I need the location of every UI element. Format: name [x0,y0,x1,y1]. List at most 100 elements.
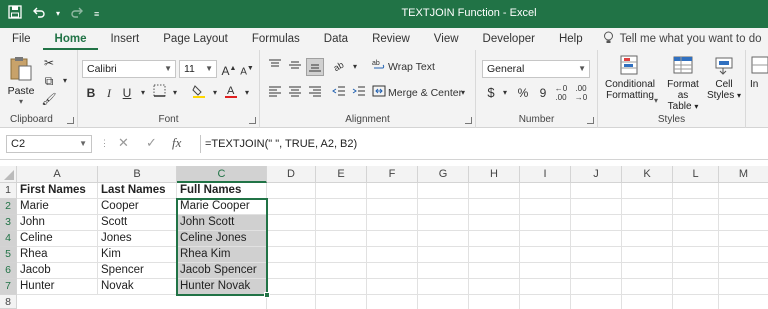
formula-input[interactable]: =TEXTJOIN(" ", TRUE, A2, B2) [200,135,768,153]
column-header-j[interactable]: J [571,166,622,183]
cell-c2[interactable]: Marie Cooper [177,199,267,215]
number-launcher-icon[interactable] [587,117,594,124]
column-header-e[interactable]: E [316,166,367,183]
column-header-m[interactable]: M [719,166,768,183]
row-header-7[interactable]: 7 [0,279,17,295]
cell-a3[interactable]: John [17,215,98,231]
tab-help[interactable]: Help [547,28,595,50]
row-header-2[interactable]: 2 [0,199,17,215]
column-header-d[interactable]: D [267,166,316,183]
tab-page-layout[interactable]: Page Layout [151,28,240,50]
column-header-c[interactable]: C [177,166,267,183]
tab-review[interactable]: Review [360,28,422,50]
cell-b5[interactable]: Kim [98,247,177,263]
number-format-dropdown[interactable]: General ▼ [482,60,590,78]
top-align-icon[interactable] [266,58,284,76]
tab-view[interactable]: View [422,28,471,50]
bottom-align-icon[interactable] [306,58,324,76]
alignment-launcher-icon[interactable] [465,117,472,124]
tell-me-box[interactable]: Tell me what you want to do [595,31,762,47]
decrease-decimal-icon[interactable]: .00 →0 [572,84,590,102]
align-right-icon[interactable] [306,84,324,102]
percent-button[interactable]: % [514,84,532,102]
cell-b7[interactable]: Novak [98,279,177,295]
cell-a5[interactable]: Rhea [17,247,98,263]
cell-styles-button[interactable]: Cell Styles ▾ [706,54,742,101]
conditional-formatting-button[interactable]: Conditional Formatting [602,54,658,101]
cell-a1[interactable]: First Names [17,183,98,199]
currency-dropdown-icon[interactable]: ▾ [496,84,514,102]
row-header-1[interactable]: 1 [0,183,17,199]
tab-data[interactable]: Data [312,28,360,50]
insert-function-icon[interactable]: fx [172,135,181,151]
align-left-icon[interactable] [266,84,284,102]
cell-c3[interactable]: John Scott [177,215,267,231]
align-center-icon[interactable] [286,84,304,102]
format-as-table-dropdown-icon[interactable]: ▾ [694,102,698,111]
column-header-h[interactable]: H [469,166,520,183]
row-header-3[interactable]: 3 [0,215,17,231]
cell-a2[interactable]: Marie [17,199,98,215]
orientation-dropdown-icon[interactable]: ▾ [346,58,364,76]
format-painter-icon[interactable]: 🖌 [40,90,58,108]
tab-formulas[interactable]: Formulas [240,28,312,50]
conditional-formatting-dropdown-icon[interactable]: ▾ [654,96,658,105]
decrease-indent-icon[interactable] [330,84,348,102]
paste-dropdown-icon[interactable]: ▾ [6,97,36,106]
cell-c6[interactable]: Jacob Spencer [177,263,267,279]
name-box[interactable]: C2 ▼ [6,135,92,153]
cell-a7[interactable]: Hunter [17,279,98,295]
column-header-k[interactable]: K [622,166,673,183]
middle-align-icon[interactable] [286,58,304,76]
italic-button[interactable]: I [100,84,118,102]
column-header-b[interactable]: B [98,166,177,183]
borders-dropdown-icon[interactable]: ▾ [166,84,184,102]
cell-c7[interactable]: Hunter Novak [177,279,267,295]
cell-b6[interactable]: Spencer [98,263,177,279]
insert-cells-button[interactable]: In [750,54,768,90]
fill-handle[interactable] [264,292,270,298]
cell-a6[interactable]: Jacob [17,263,98,279]
formula-bar-more-icon[interactable]: ⋮ [100,138,109,149]
clipboard-launcher-icon[interactable] [67,117,74,124]
column-header-g[interactable]: G [418,166,469,183]
tab-developer[interactable]: Developer [471,28,547,50]
increase-indent-icon[interactable] [350,84,368,102]
column-header-i[interactable]: I [520,166,571,183]
bold-button[interactable]: B [82,84,100,102]
select-all-corner[interactable] [0,166,17,183]
merge-center-button[interactable]: Merge & Center [388,87,462,99]
row-header-8[interactable]: 8 [0,295,17,309]
format-as-table-button[interactable]: Format as Table ▾ [662,54,704,112]
font-color-dropdown-icon[interactable]: ▾ [238,84,256,102]
font-launcher-icon[interactable] [249,117,256,124]
cell-c5[interactable]: Rhea Kim [177,247,267,263]
comma-button[interactable]: 9 [534,84,552,102]
column-header-f[interactable]: F [367,166,418,183]
cell-c4[interactable]: Celine Jones [177,231,267,247]
cell-b1[interactable]: Last Names [98,183,177,199]
decrease-font-size-icon[interactable]: A▼ [238,60,256,78]
copy-dropdown-icon[interactable]: ▾ [56,72,74,90]
row-header-4[interactable]: 4 [0,231,17,247]
row-header-6[interactable]: 6 [0,263,17,279]
increase-font-size-icon[interactable]: A▲ [220,60,238,78]
cell-styles-dropdown-icon[interactable]: ▾ [737,91,741,100]
cell-a4[interactable]: Celine [17,231,98,247]
enter-icon[interactable]: ✓ [146,135,157,151]
column-header-a[interactable]: A [17,166,98,183]
font-size-dropdown[interactable]: 11 ▼ [179,60,217,78]
tab-file[interactable]: File [0,28,43,50]
increase-decimal-icon[interactable]: ←0.00 [552,84,570,102]
merge-center-dropdown-icon[interactable]: ▾ [454,84,472,102]
tab-insert[interactable]: Insert [98,28,151,50]
row-header-5[interactable]: 5 [0,247,17,263]
font-name-dropdown[interactable]: Calibri ▼ [82,60,176,78]
cell-c1[interactable]: Full Names [177,183,267,199]
cut-icon[interactable]: ✂ [40,54,58,72]
cancel-icon[interactable]: ✕ [118,135,129,151]
cell-b2[interactable]: Cooper [98,199,177,215]
paste-button[interactable]: Paste ▾ [6,56,36,106]
cell-b4[interactable]: Jones [98,231,177,247]
tab-home[interactable]: Home [42,28,99,50]
